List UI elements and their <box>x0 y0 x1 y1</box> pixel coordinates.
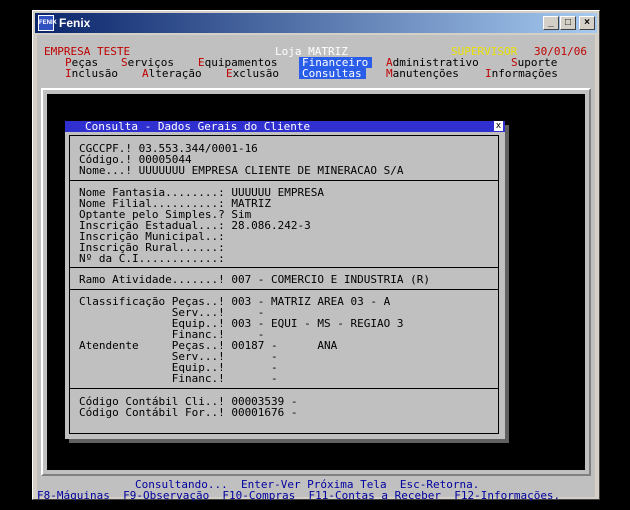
client-details-dialog: Consulta - Dados Gerais do Cliente x CGC… <box>65 121 505 439</box>
maximize-button[interactable]: □ <box>560 16 576 30</box>
terminal-client-area: EMPRESA TESTE Loja MATRIZ SUPERVISOR 30/… <box>37 35 595 501</box>
field-atendente-financ: Financ.! - <box>79 372 278 385</box>
menu-consultas[interactable]: Consultas <box>299 68 366 79</box>
dialog-close-icon[interactable]: x <box>494 121 503 131</box>
minimize-button[interactable]: _ <box>543 16 559 30</box>
divider <box>69 180 499 181</box>
field-ramo-atividade: Ramo Atividade.......! 007 - COMERCIO E … <box>79 273 430 286</box>
menu-informacoes[interactable]: Informações <box>485 68 558 79</box>
application-window: FENIX Fenix _ □ × EMPRESA TESTE Loja MAT… <box>32 10 600 501</box>
dialog-title: Consulta - Dados Gerais do Cliente <box>85 120 311 133</box>
window-title: Fenix <box>59 16 91 30</box>
close-window-button[interactable]: × <box>579 16 595 30</box>
menu-exclusao[interactable]: Exclusão <box>226 68 279 79</box>
dialog-title-bar[interactable]: Consulta - Dados Gerais do Cliente x <box>65 121 505 132</box>
function-keys-line: F8-Máquinas F9-Observação F10-Compras F1… <box>37 489 561 502</box>
title-bar[interactable]: FENIX Fenix _ □ × <box>35 13 597 33</box>
field-nome: Nome...! UUUUUUU EMPRESA CLIENTE DE MINE… <box>79 164 404 177</box>
field-codigo-contabil-for: Código Contábil For..! 00001676 - <box>79 406 298 419</box>
menu-inclusao[interactable]: Inclusão <box>65 68 118 79</box>
divider <box>69 289 499 290</box>
fenix-app-icon[interactable]: FENIX <box>38 15 57 31</box>
menu-manutencoes[interactable]: Manutenções <box>386 68 459 79</box>
menu-alteracao[interactable]: Alteração <box>142 68 202 79</box>
divider <box>69 388 499 389</box>
divider <box>69 267 499 268</box>
field-numero-ci: Nº da C.I............: <box>79 252 225 265</box>
